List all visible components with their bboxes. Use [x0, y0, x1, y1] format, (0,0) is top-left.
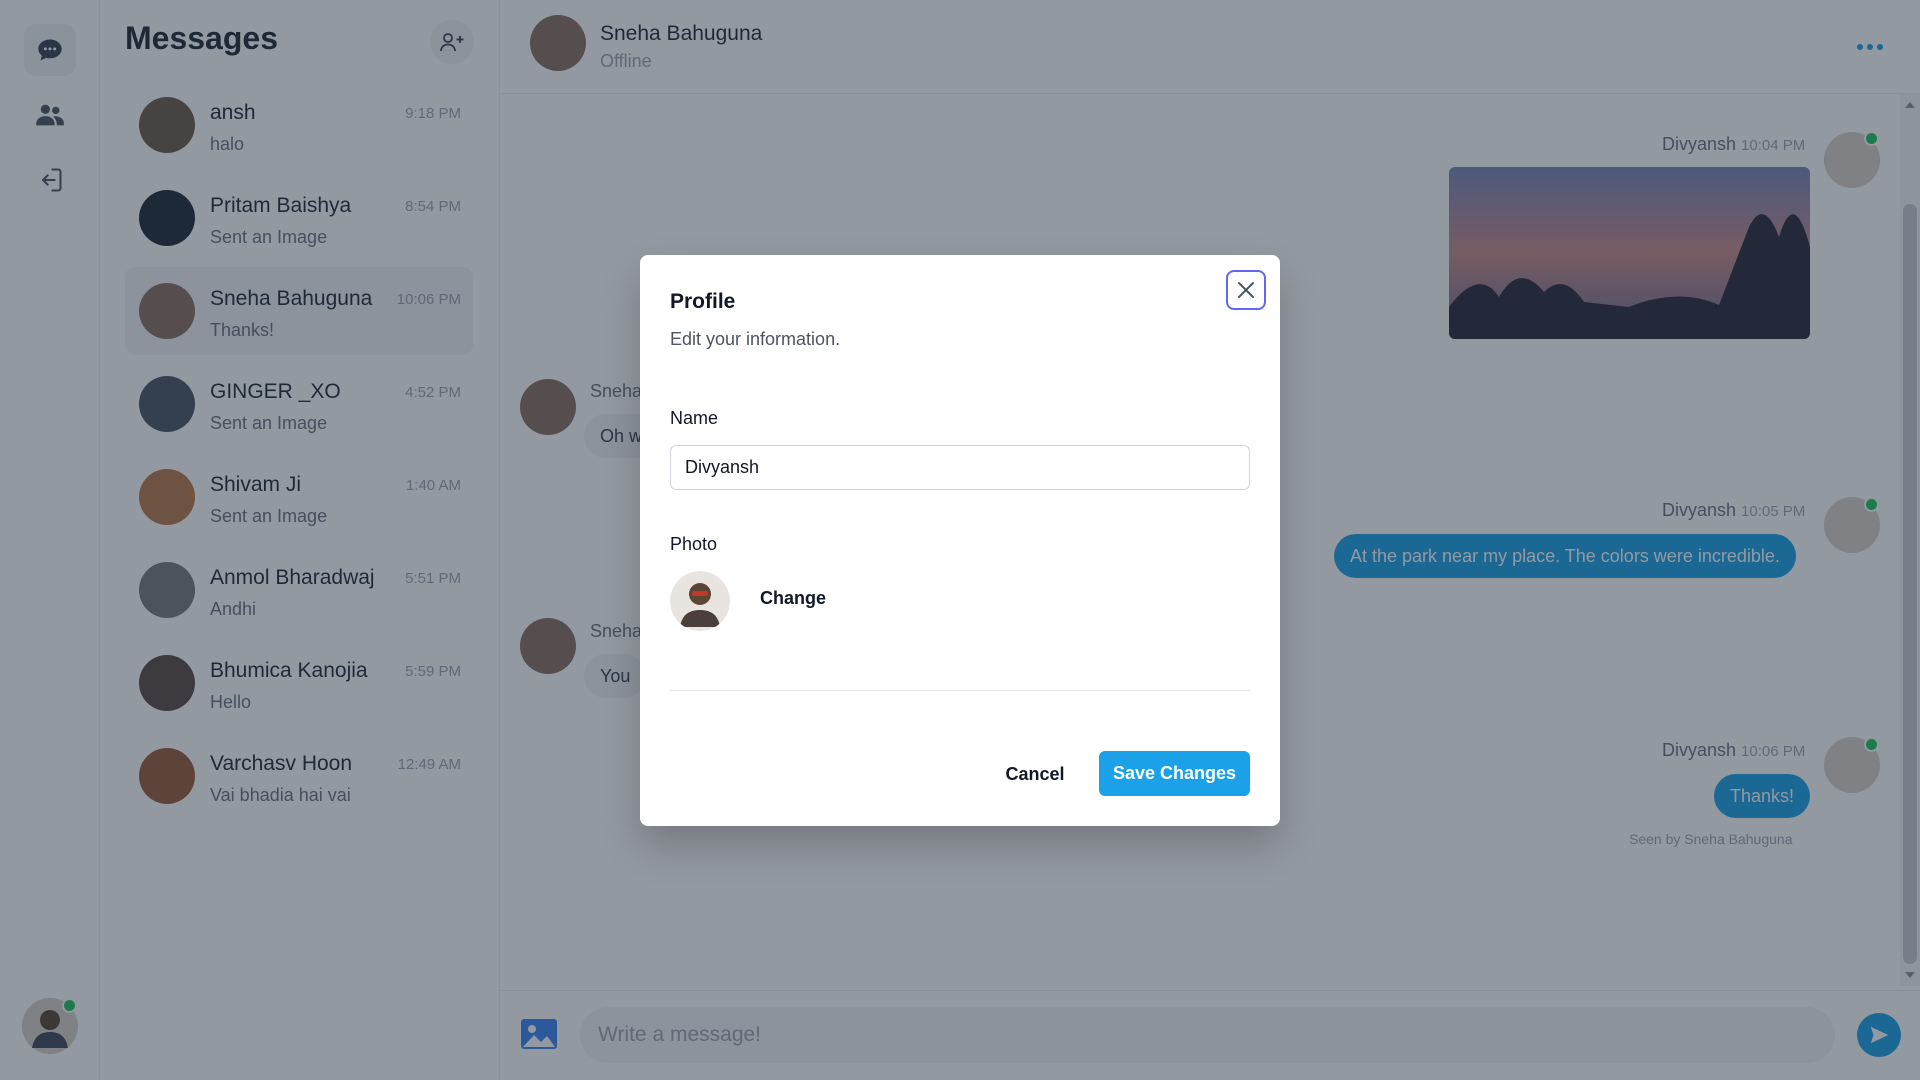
dialog-subtitle: Edit your information.	[670, 329, 841, 349]
photo-label: Photo	[670, 534, 718, 554]
close-icon	[1238, 282, 1254, 298]
profile-dialog: Profile Edit your information. Name Phot…	[640, 255, 1280, 826]
divider	[670, 690, 1250, 691]
change-photo-button[interactable]: Change	[760, 588, 826, 609]
save-changes-button[interactable]: Save Changes	[1099, 751, 1250, 796]
name-field[interactable]	[670, 445, 1250, 490]
name-label: Name	[670, 408, 719, 428]
cancel-button[interactable]: Cancel	[990, 752, 1080, 796]
profile-photo	[670, 571, 730, 631]
close-button[interactable]	[1226, 270, 1266, 310]
dialog-title: Profile	[670, 290, 736, 313]
